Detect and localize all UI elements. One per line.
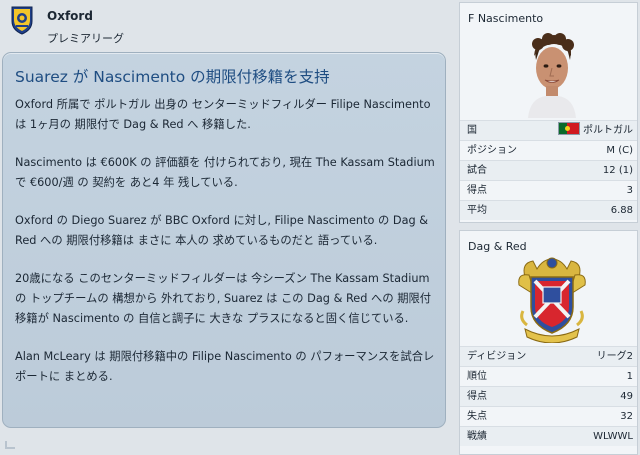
stat-row: 得点 49 [460, 386, 637, 406]
team-card[interactable]: Dag & Red ディビジョン リーグ2 順位 1 得点 49 失点 32 戦… [459, 230, 638, 455]
stat-label: ポジション [467, 145, 517, 156]
stat-label: 得点 [467, 391, 487, 402]
stat-label: 国 [467, 125, 477, 136]
stat-value: M (C) [606, 145, 633, 156]
team-stats: ディビジョン リーグ2 順位 1 得点 49 失点 32 戦績 WLWWL [460, 346, 637, 446]
news-paragraph: Nascimento は €600K の 評価額を 付けられており, 現在 Th… [15, 156, 435, 189]
oxford-badge-icon [11, 6, 33, 35]
news-column: Oxford プレミアリーグ Suarez が Nascimento の期限付移… [0, 0, 452, 455]
stat-row: 戦績 WLWWL [460, 426, 637, 446]
club-header[interactable]: Oxford プレミアリーグ [0, 0, 452, 52]
news-paragraph: 20歳になる このセンターミッドフィルダーは 今シーズン The Kassam … [15, 272, 432, 325]
stat-row: 失点 32 [460, 406, 637, 426]
portugal-flag-icon [558, 122, 580, 135]
stat-value: WLWWL [593, 431, 633, 442]
stat-label: 戦績 [467, 431, 487, 442]
stat-value: 32 [620, 411, 633, 422]
stat-label: 順位 [467, 371, 487, 382]
news-body: Oxford 所属で ポルトガル 出身の センターミッドフィルダー Filipe… [15, 95, 440, 405]
stat-value: 12 (1) [602, 165, 633, 176]
stat-row: 得点 3 [460, 180, 637, 200]
stat-value: 1 [626, 371, 633, 382]
player-card[interactable]: F Nascimento 国 ポルトガル ポジション M (C) 試合 12 (… [459, 2, 638, 223]
player-name[interactable]: F Nascimento [468, 12, 543, 25]
news-paragraph: Alan McLeary は 期限付移籍中の Filipe Nascimento… [15, 350, 435, 383]
news-paragraph: Oxford 所属で ポルトガル 出身の センターミッドフィルダー Filipe… [15, 98, 431, 131]
news-paragraph: Oxford の Diego Suarez が BBC Oxford に対し, … [15, 214, 429, 247]
resize-grip-icon[interactable] [5, 441, 15, 449]
stat-label: 試合 [467, 165, 487, 176]
stat-row: ポジション M (C) [460, 140, 637, 160]
club-name[interactable]: Oxford [47, 9, 93, 23]
stat-label: ディビジョン [467, 351, 527, 362]
stat-value: 3 [626, 185, 633, 196]
news-title: Suarez が Nascimento の期限付移籍を支持 [15, 68, 330, 86]
stat-row: 国 ポルトガル [460, 120, 637, 140]
dag-red-crest-icon [518, 257, 586, 343]
stat-row: 順位 1 [460, 366, 637, 386]
stat-label: 失点 [467, 411, 487, 422]
team-name[interactable]: Dag & Red [468, 240, 527, 253]
stat-row: ディビジョン リーグ2 [460, 346, 637, 366]
stat-value: 6.88 [610, 205, 633, 216]
nationality-value[interactable]: ポルトガル [558, 121, 633, 140]
nationality-text[interactable]: ポルトガル [583, 125, 633, 136]
stat-value: 49 [620, 391, 633, 402]
news-panel: Suarez が Nascimento の期限付移籍を支持 Oxford 所属で… [2, 52, 446, 428]
stat-label: 得点 [467, 185, 487, 196]
division-value[interactable]: リーグ2 [597, 347, 633, 366]
player-face-icon [528, 33, 576, 118]
club-league[interactable]: プレミアリーグ [47, 30, 124, 46]
stat-row: 試合 12 (1) [460, 160, 637, 180]
stat-label: 平均 [467, 205, 487, 216]
stat-row: 平均 6.88 [460, 200, 637, 220]
player-stats: 国 ポルトガル ポジション M (C) 試合 12 (1) 得点 3 平均 6.… [460, 120, 637, 220]
